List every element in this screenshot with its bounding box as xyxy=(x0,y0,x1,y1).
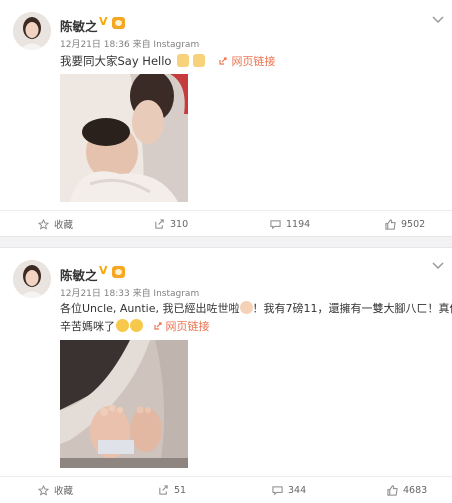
repost-count: 51 xyxy=(174,485,186,496)
baby-face-emoji-icon xyxy=(240,301,253,314)
like-count: 9502 xyxy=(401,219,425,230)
comment-icon xyxy=(272,485,283,496)
author-name[interactable]: 陈敏之 xyxy=(60,16,98,35)
thumbs-up-icon xyxy=(387,485,398,496)
post-separator xyxy=(0,236,452,248)
repost-button[interactable]: 51 xyxy=(158,477,186,503)
kiss-face-emoji-icon xyxy=(116,319,129,332)
post-photo-newborn[interactable] xyxy=(60,74,188,202)
like-button[interactable]: 4683 xyxy=(387,477,427,503)
author-avatar[interactable] xyxy=(13,260,51,298)
post-action-bar: 收藏 310 1194 9502 xyxy=(0,210,452,237)
web-link[interactable]: 网页链接 xyxy=(218,55,275,68)
member-level-icon[interactable] xyxy=(112,17,125,29)
verified-v-icon: V xyxy=(99,16,111,28)
wave-hand-emoji-icon xyxy=(193,54,205,67)
web-link[interactable]: 网页链接 xyxy=(153,320,210,333)
post-text: 我要同大家Say Hello 网页链接 xyxy=(60,52,275,71)
post-meta: 12月21日 18:33 来自 Instagram xyxy=(60,286,199,299)
post-text-line2: 辛苦媽咪了 xyxy=(60,320,115,333)
post-text-line1: 各位Uncle, Auntie, 我已經出咗世啦 xyxy=(60,302,240,315)
web-link-label: 网页链接 xyxy=(231,55,275,68)
post-photo-baby-feet[interactable] xyxy=(60,340,188,468)
kiss-face-emoji-icon xyxy=(130,319,143,332)
repost-count: 310 xyxy=(170,219,188,230)
post-text-line1b: ！我有7磅11，還擁有一雙大腳八ㄈ！真係 xyxy=(253,302,452,315)
like-count: 4683 xyxy=(403,485,427,496)
comment-icon xyxy=(270,219,281,230)
author-avatar[interactable] xyxy=(13,12,51,50)
weibo-post-1: 陈敏之 V 12月21日 18:36 来自 Instagram 我要同大家Say… xyxy=(0,0,452,236)
comment-count: 1194 xyxy=(286,219,310,230)
chevron-down-icon[interactable] xyxy=(432,16,444,24)
post-text-content: 我要同大家Say Hello xyxy=(60,54,171,68)
chevron-down-icon[interactable] xyxy=(432,262,444,270)
link-icon xyxy=(153,321,163,331)
post-action-bar: 收藏 51 344 4683 xyxy=(0,476,452,503)
favorite-label: 收藏 xyxy=(54,217,73,231)
link-icon xyxy=(218,56,228,66)
favorite-button[interactable]: 收藏 xyxy=(38,477,73,503)
member-level-icon[interactable] xyxy=(112,266,125,278)
star-icon xyxy=(38,485,49,496)
repost-icon xyxy=(158,485,169,496)
post-text: 各位Uncle, Auntie, 我已經出咗世啦！我有7磅11，還擁有一雙大腳八… xyxy=(60,300,444,336)
wave-hand-emoji-icon xyxy=(177,54,189,67)
like-button[interactable]: 9502 xyxy=(385,211,425,237)
verified-v-icon: V xyxy=(99,265,111,277)
comment-button[interactable]: 1194 xyxy=(270,211,310,237)
repost-button[interactable]: 310 xyxy=(154,211,188,237)
post-meta: 12月21日 18:36 来自 Instagram xyxy=(60,37,199,50)
comment-button[interactable]: 344 xyxy=(272,477,306,503)
thumbs-up-icon xyxy=(385,219,396,230)
weibo-post-2: 陈敏之 V 12月21日 18:33 来自 Instagram 各位Uncle,… xyxy=(0,248,452,500)
favorite-label: 收藏 xyxy=(54,483,73,497)
comment-count: 344 xyxy=(288,485,306,496)
favorite-button[interactable]: 收藏 xyxy=(38,211,73,237)
author-name[interactable]: 陈敏之 xyxy=(60,265,98,284)
star-icon xyxy=(38,219,49,230)
repost-icon xyxy=(154,219,165,230)
web-link-label: 网页链接 xyxy=(166,320,210,333)
